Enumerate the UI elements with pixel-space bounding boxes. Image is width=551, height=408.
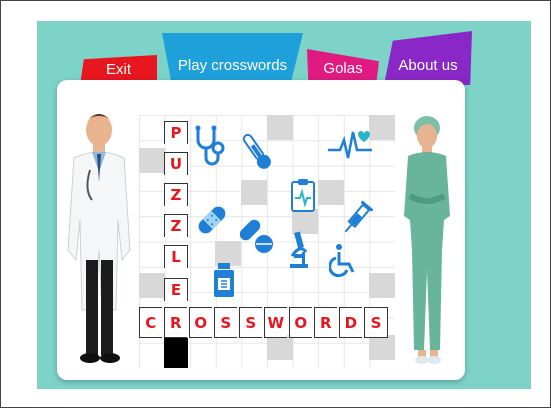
horizontal-letter[interactable]: R	[164, 307, 187, 338]
medicine-bottle-icon	[214, 263, 234, 297]
vertical-letter[interactable]: L	[164, 245, 188, 268]
microscope-icon	[290, 231, 308, 268]
play-crosswords-tab[interactable]: Play crosswords	[162, 33, 303, 85]
female-doctor-illustration	[404, 116, 450, 364]
male-doctor-illustration	[67, 114, 131, 363]
stethoscope-icon	[195, 125, 225, 166]
vertical-letter[interactable]: Z	[164, 214, 188, 237]
black-cell	[164, 338, 188, 368]
grid-shaded-cell	[369, 115, 395, 141]
grid-shaded-cell	[369, 273, 395, 299]
horizontal-letter[interactable]: W	[264, 307, 287, 338]
horizontal-letter[interactable]: O	[189, 307, 212, 338]
vertical-letter[interactable]: U	[164, 152, 188, 175]
clipboard-icon	[291, 179, 315, 212]
vertical-letter[interactable]: P	[164, 121, 188, 144]
horizontal-letter[interactable]: S	[214, 307, 237, 338]
pills-icon	[240, 219, 273, 253]
syringe-icon	[344, 200, 374, 233]
grid-shaded-cell	[139, 148, 165, 174]
vertical-letter[interactable]: E	[164, 278, 188, 301]
bandage-icon	[198, 206, 226, 234]
horizontal-letter[interactable]: S	[364, 307, 388, 338]
horizontal-letter[interactable]: D	[339, 307, 362, 338]
vertical-letter[interactable]: Z	[164, 183, 188, 206]
wheelchair-icon	[329, 244, 355, 278]
grid-shaded-cell	[241, 180, 267, 206]
horizontal-letter[interactable]: O	[289, 307, 312, 338]
horizontal-letter[interactable]: C	[139, 307, 162, 338]
horizontal-letter[interactable]: S	[239, 307, 262, 338]
heartbeat-icon	[328, 131, 372, 159]
thermometer-icon	[242, 133, 271, 169]
grid-shaded-cell	[139, 273, 165, 299]
horizontal-letter[interactable]: R	[314, 307, 337, 338]
